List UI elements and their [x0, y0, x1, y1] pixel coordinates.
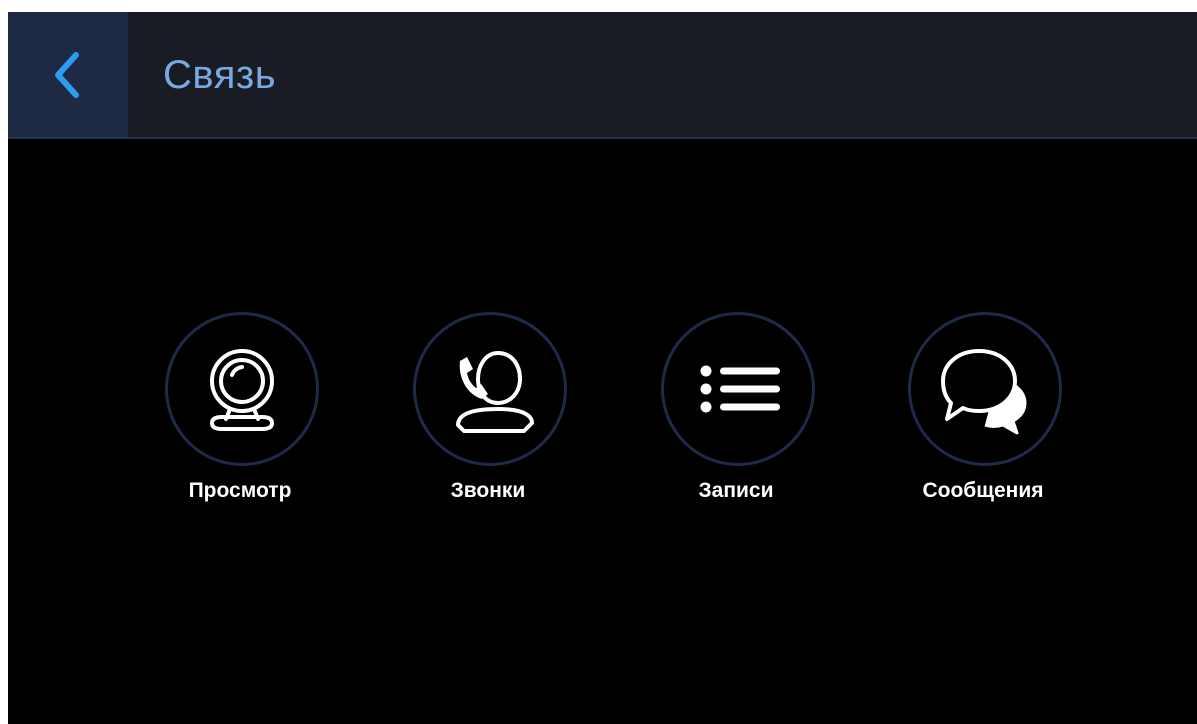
menu-tiles: Просмотр Звонки Записи Сообщения [8, 312, 1197, 512]
screen: Связь Просмотр Звонки Записи Сообщения [8, 12, 1197, 724]
tile-records-label: Записи [698, 479, 774, 502]
webcam-icon [209, 349, 275, 431]
page-title: Связь [163, 53, 277, 97]
list-icon [700, 365, 780, 413]
tile-records-circle [661, 312, 815, 466]
tile-messages-circle [908, 312, 1062, 466]
chat-bubbles-icon [941, 349, 1027, 435]
header-bar: Связь [8, 12, 1197, 139]
tile-view-circle [165, 312, 319, 466]
tile-calls-label: Звонки [450, 479, 526, 502]
chevron-left-icon [55, 51, 79, 98]
tile-calls[interactable]: Звонки [388, 312, 588, 512]
tile-view[interactable]: Просмотр [140, 312, 340, 512]
tile-calls-circle [413, 312, 567, 466]
person-phone-icon [456, 350, 534, 433]
tile-records[interactable]: Записи [636, 312, 836, 512]
tile-messages[interactable]: Сообщения [883, 312, 1083, 512]
tile-view-label: Просмотр [188, 479, 292, 502]
back-button[interactable] [8, 12, 128, 137]
tile-messages-label: Сообщения [922, 479, 1044, 502]
